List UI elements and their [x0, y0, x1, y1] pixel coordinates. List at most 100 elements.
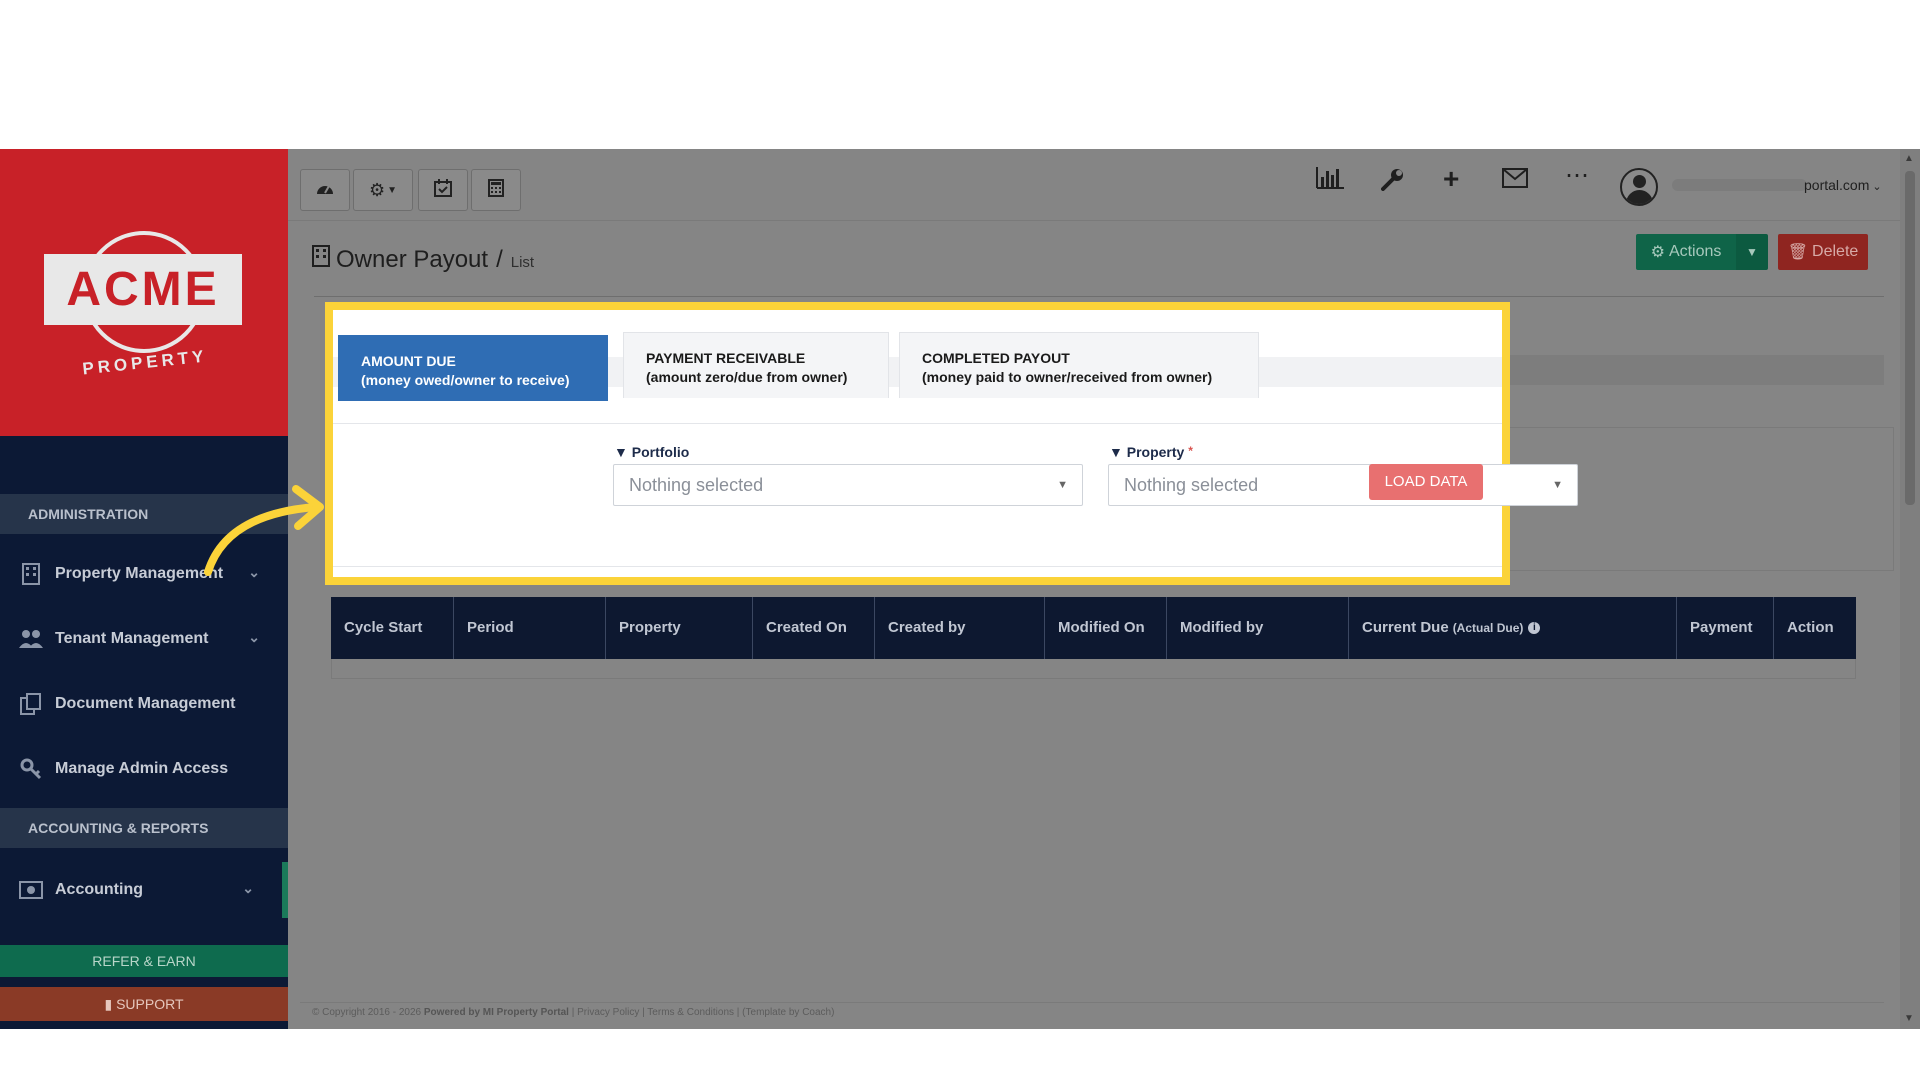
settings-dropdown-button[interactable]: ⚙ ▼	[353, 169, 413, 211]
column-header[interactable]: Property	[606, 597, 753, 659]
logo-area: ACME PROPERTY	[0, 149, 288, 436]
portfolio-select[interactable]: Nothing selected ▼	[613, 464, 1083, 506]
sidebar-item-label: Tenant Management	[55, 630, 209, 647]
key-icon	[18, 758, 44, 780]
actions-button[interactable]: ⚙ Actions	[1636, 234, 1736, 270]
calendar-icon	[434, 178, 452, 202]
user-name-blurred	[1672, 179, 1807, 191]
divider	[300, 1002, 1884, 1003]
calendar-button[interactable]	[418, 169, 468, 211]
property-label-text: Property	[1126, 444, 1185, 460]
tab-title: AMOUNT DUE	[361, 353, 456, 369]
main-content: ⚙ ▼ + ⋯ portal.com ⌄ Owner Payout / List…	[288, 149, 1920, 1029]
trash-icon: 🗑	[1787, 244, 1809, 261]
footer-template: (Template by Coach)	[742, 1007, 835, 1018]
info-icon[interactable]: i	[1528, 622, 1541, 634]
plus-icon[interactable]: +	[1443, 163, 1459, 195]
sidebar-item-label: Manage Admin Access	[55, 760, 229, 777]
table-body	[331, 659, 1856, 679]
caret-down-icon: ▼	[387, 184, 398, 196]
annotation-arrow-icon	[204, 485, 324, 576]
avatar[interactable]	[1620, 168, 1658, 206]
refer-earn-button[interactable]: REFER & EARN	[0, 945, 288, 977]
tab-completed-payout[interactable]: COMPLETED PAYOUT (money paid to owner/re…	[899, 332, 1259, 398]
delete-button[interactable]: 🗑 Delete	[1778, 234, 1868, 270]
page-title-text: Owner Payout	[336, 246, 489, 273]
chart-icon[interactable]	[1316, 167, 1344, 196]
column-header[interactable]: Created On	[753, 597, 875, 659]
column-header[interactable]: Modified by	[1167, 597, 1349, 659]
column-header-note: (Actual Due)	[1452, 621, 1524, 635]
page-title: Owner Payout / List	[312, 245, 534, 274]
actions-label: Actions	[1668, 243, 1722, 260]
dashboard-button[interactable]	[300, 169, 350, 211]
documents-icon	[18, 693, 44, 715]
highlight-box: AMOUNT DUE (money owed/owner to receive)…	[325, 302, 1578, 585]
mail-icon[interactable]	[1502, 167, 1528, 195]
property-label: ▼ Property *	[1109, 444, 1193, 460]
column-header[interactable]: Created by	[875, 597, 1045, 659]
scroll-down-icon[interactable]: ▼	[1904, 1013, 1914, 1024]
column-header[interactable]: Modified On	[1045, 597, 1167, 659]
divider	[333, 566, 1502, 567]
scroll-thumb[interactable]	[1905, 171, 1915, 505]
caret-down-icon: ▼	[1552, 479, 1563, 491]
tab-subtitle: (money paid to owner/received from owner…	[922, 369, 1213, 385]
footer-powered-by[interactable]: Powered by MI Property Portal	[424, 1007, 569, 1018]
top-toolbar: ⚙ ▼ + ⋯ portal.com ⌄	[288, 149, 1900, 221]
tab-title: PAYMENT RECEIVABLE	[646, 350, 806, 366]
column-header[interactable]: Period	[454, 597, 606, 659]
column-header[interactable]: Cycle Start	[331, 597, 454, 659]
tab-amount-due[interactable]: AMOUNT DUE (money owed/owner to receive)	[338, 335, 608, 401]
breadcrumb: List	[510, 254, 535, 271]
portfolio-label-text: Portfolio	[631, 444, 690, 460]
divider	[314, 296, 1884, 297]
chevron-down-icon: ⌄	[1869, 181, 1882, 193]
column-header[interactable]: Payment	[1677, 597, 1774, 659]
column-header-label: Current Due	[1362, 619, 1449, 636]
delete-label: Delete	[1812, 243, 1859, 260]
app-window: ACME PROPERTY ADMINISTRATION Property Ma…	[0, 149, 1920, 1029]
actions-dropdown-toggle[interactable]: ▼	[1736, 234, 1768, 270]
breadcrumb-separator: /	[496, 246, 503, 273]
user-menu[interactable]: portal.com ⌄	[1804, 177, 1882, 193]
users-icon	[18, 628, 44, 650]
wrench-icon[interactable]	[1381, 167, 1405, 198]
support-button[interactable]: ▮ SUPPORT	[0, 987, 288, 1021]
logo: ACME	[44, 254, 242, 325]
tab-subtitle: (money owed/owner to receive)	[361, 372, 570, 388]
caret-down-icon: ▼	[1746, 245, 1758, 259]
property-select[interactable]: Nothing selected ▼	[1108, 464, 1578, 506]
tab-payment-receivable[interactable]: PAYMENT RECEIVABLE (amount zero/due from…	[623, 332, 889, 398]
calculator-icon	[488, 178, 504, 202]
dashboard-icon	[315, 180, 335, 201]
sidebar-item-document-management[interactable]: Document Management	[0, 676, 288, 732]
column-header[interactable]: Action	[1774, 597, 1856, 659]
footer-copyright: © Copyright 2016 - 2026	[312, 1007, 422, 1018]
book-icon: ▮	[104, 996, 117, 1012]
filter-icon: ▼	[614, 444, 628, 460]
support-label: SUPPORT	[116, 996, 184, 1012]
scroll-up-icon[interactable]: ▲	[1904, 153, 1914, 164]
sidebar-item-tenant-management[interactable]: Tenant Management ⌄	[0, 611, 288, 667]
scrollbar[interactable]: ▲ ▼	[1900, 149, 1920, 1029]
table-header: Cycle Start Period Property Created On C…	[331, 597, 1856, 659]
tab-subtitle: (amount zero/due from owner)	[646, 369, 848, 385]
portfolio-label: ▼ Portfolio	[614, 444, 689, 460]
caret-down-icon: ▼	[1057, 479, 1068, 491]
filter-icon: ▼	[1109, 444, 1123, 460]
sidebar: ACME PROPERTY ADMINISTRATION Property Ma…	[0, 149, 288, 1029]
required-marker: *	[1188, 444, 1193, 458]
portfolio-select-value: Nothing selected	[629, 475, 764, 495]
calculator-button[interactable]	[471, 169, 521, 211]
section-accounting-reports: ACCOUNTING & REPORTS	[0, 808, 288, 848]
chevron-down-icon: ⌄	[242, 880, 254, 896]
property-select-value: Nothing selected	[1124, 475, 1259, 495]
more-icon[interactable]: ⋯	[1565, 161, 1589, 190]
sidebar-item-label: Accounting	[55, 881, 143, 898]
sidebar-item-accounting[interactable]: Accounting ⌄	[0, 862, 288, 918]
column-header-current-due[interactable]: Current Due (Actual Due) i	[1349, 597, 1677, 659]
footer-links[interactable]: | Privacy Policy | Terms & Conditions |	[572, 1007, 740, 1018]
load-data-button[interactable]: LOAD DATA	[1369, 464, 1483, 500]
sidebar-item-manage-admin-access[interactable]: Manage Admin Access	[0, 741, 288, 797]
